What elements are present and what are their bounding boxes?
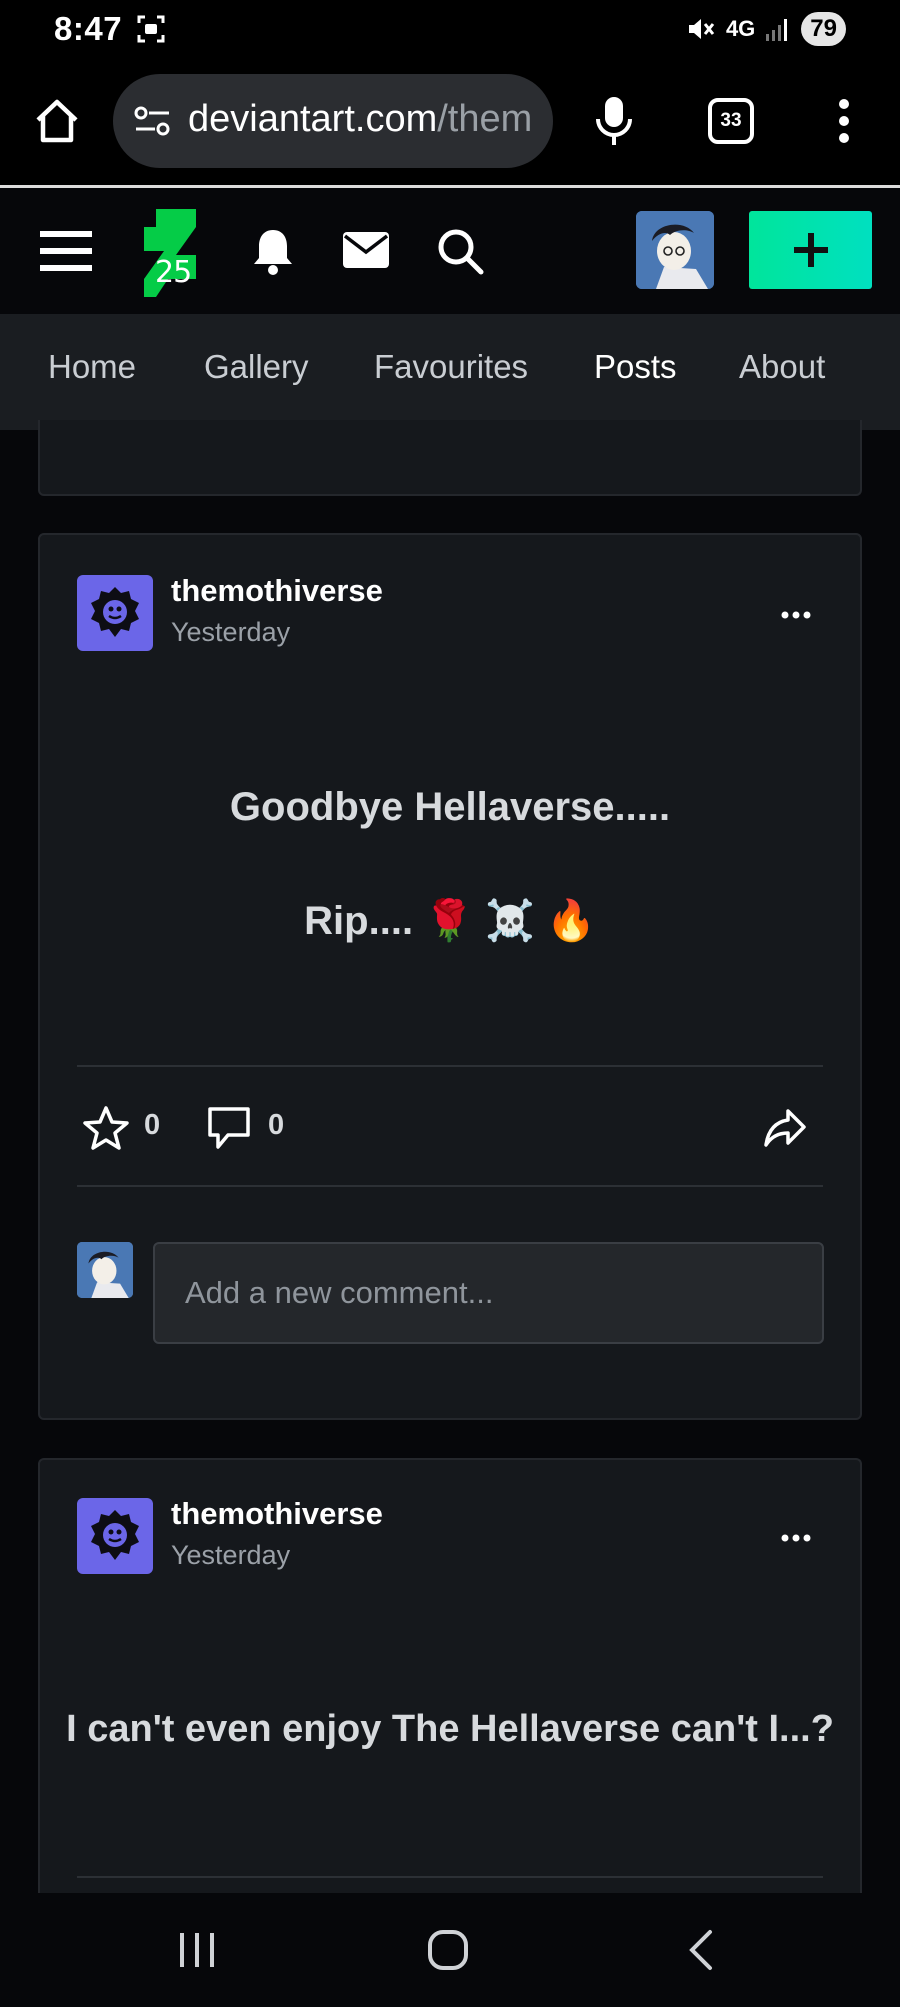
submit-button[interactable] xyxy=(749,211,872,289)
comment-icon[interactable] xyxy=(206,1105,252,1151)
comment-count: 0 xyxy=(268,1109,285,1141)
post-username[interactable]: themothiverse xyxy=(171,1496,383,1532)
battery-badge: 79 xyxy=(801,12,846,46)
divider xyxy=(77,1876,823,1878)
screenshot-icon xyxy=(137,15,165,43)
post-text-line: I can't even enjoy The Hellaverse can't … xyxy=(66,1708,834,1750)
post-username[interactable]: themothiverse xyxy=(171,573,383,609)
home-icon[interactable] xyxy=(32,96,82,146)
star-icon[interactable] xyxy=(82,1105,130,1151)
tab-about[interactable]: About xyxy=(739,348,825,386)
recent-apps-icon[interactable] xyxy=(177,1931,217,1969)
tab-posts[interactable]: Posts xyxy=(594,348,677,386)
more-vertical-icon[interactable] xyxy=(824,96,864,146)
favourite-count: 0 xyxy=(144,1109,161,1141)
status-bar: 8:47 4G 79 xyxy=(0,0,900,62)
mute-icon xyxy=(688,19,715,39)
tab-gallery[interactable]: Gallery xyxy=(204,348,309,386)
site-settings-icon[interactable] xyxy=(133,103,173,139)
back-icon[interactable] xyxy=(686,1929,716,1971)
previous-post-card xyxy=(38,420,862,496)
avatar-image xyxy=(77,1242,133,1298)
microphone-icon[interactable] xyxy=(592,95,636,147)
post-card: themothiverse Yesterday Goodbye Hellaver… xyxy=(38,533,862,1420)
address-bar[interactable]: deviantart.com/them xyxy=(113,74,553,168)
post-card: themothiverse Yesterday I can't even enj… xyxy=(38,1458,862,1894)
url-domain: deviantart.com xyxy=(188,98,438,140)
status-indicators: 4G 79 xyxy=(686,12,846,46)
moth-avatar-icon xyxy=(91,587,139,637)
more-horizontal-icon[interactable] xyxy=(780,610,812,620)
tab-favourites[interactable]: Favourites xyxy=(374,348,528,386)
bell-icon[interactable] xyxy=(250,226,296,276)
tab-home[interactable]: Home xyxy=(48,348,136,386)
user-avatar[interactable] xyxy=(636,211,714,289)
tab-count: 33 xyxy=(720,110,742,131)
url-text[interactable]: deviantart.com/them xyxy=(188,98,543,141)
profile-tabs: Home Gallery Favourites Posts About xyxy=(0,314,900,430)
share-icon[interactable] xyxy=(762,1105,808,1151)
post-text-line: Goodbye Hellaverse..... xyxy=(229,785,671,829)
divider xyxy=(77,1185,823,1187)
commenter-avatar xyxy=(77,1242,133,1298)
comment-input[interactable] xyxy=(153,1242,824,1344)
more-horizontal-icon[interactable] xyxy=(780,1533,812,1543)
mail-icon[interactable] xyxy=(342,231,390,269)
network-label: 4G xyxy=(725,16,756,41)
url-path: /them xyxy=(437,98,533,140)
post-timestamp[interactable]: Yesterday xyxy=(171,1540,290,1571)
post-timestamp[interactable]: Yesterday xyxy=(171,617,290,648)
home-button-icon[interactable] xyxy=(427,1929,469,1971)
divider xyxy=(77,1065,823,1067)
post-text-line: Rip.... 🌹 ☠️ 🔥 xyxy=(304,899,596,943)
logo-anniversary-number: 25 xyxy=(155,255,192,290)
author-avatar[interactable] xyxy=(77,1498,153,1574)
plus-icon xyxy=(793,233,828,267)
site-header: 25 xyxy=(0,191,900,314)
tab-switcher-button[interactable]: 33 xyxy=(708,98,754,144)
browser-toolbar: deviantart.com/them 33 xyxy=(0,62,900,188)
search-icon[interactable] xyxy=(435,226,485,276)
signal-icon xyxy=(766,19,788,41)
hamburger-menu-icon[interactable] xyxy=(40,229,92,273)
author-avatar[interactable] xyxy=(77,575,153,651)
moth-avatar-icon xyxy=(91,1510,139,1560)
status-time: 8:47 xyxy=(54,10,123,47)
system-navigation-bar xyxy=(0,1893,900,2007)
avatar-image xyxy=(636,211,714,289)
